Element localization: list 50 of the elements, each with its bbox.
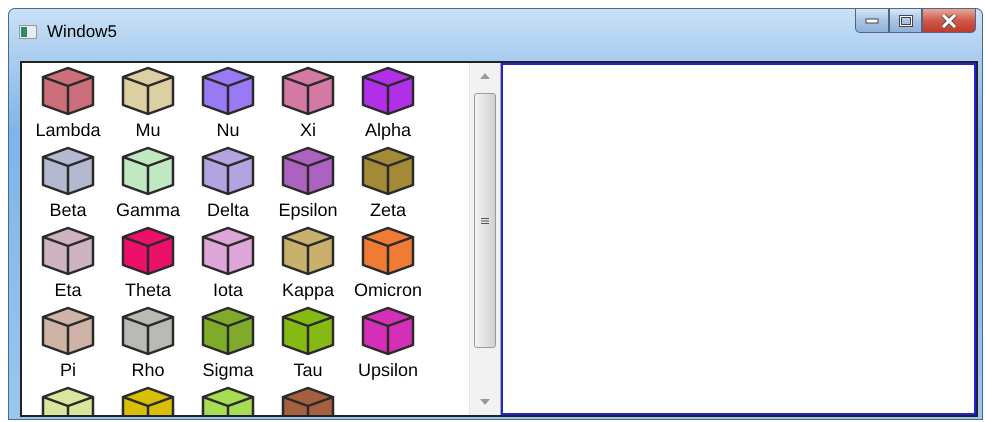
cube-icon[interactable] bbox=[361, 146, 415, 196]
cube-icon[interactable] bbox=[121, 146, 175, 196]
cube-icon[interactable] bbox=[121, 226, 175, 276]
cube-icon[interactable] bbox=[41, 66, 95, 116]
close-icon bbox=[941, 14, 957, 28]
cube-icon[interactable] bbox=[201, 306, 255, 356]
item-label[interactable]: Theta bbox=[124, 278, 172, 302]
item-label[interactable]: Kappa bbox=[282, 278, 334, 302]
minimize-icon bbox=[865, 18, 879, 24]
cube-icon[interactable] bbox=[201, 66, 255, 116]
item-label[interactable]: Zeta bbox=[370, 198, 406, 222]
item-label[interactable]: Iota bbox=[212, 278, 244, 302]
maximize-icon bbox=[898, 14, 912, 26]
cube-icon[interactable] bbox=[281, 66, 335, 116]
cube-icon[interactable] bbox=[361, 226, 415, 276]
item-label[interactable]: Epsilon bbox=[278, 198, 338, 222]
cube-icon[interactable] bbox=[41, 306, 95, 356]
cube-icon[interactable] bbox=[361, 306, 415, 356]
cube-icon[interactable] bbox=[361, 66, 415, 116]
item-label[interactable]: Lambda bbox=[35, 118, 101, 142]
item-label[interactable]: Beta bbox=[49, 198, 87, 222]
window-icon bbox=[19, 25, 37, 39]
minimize-button[interactable] bbox=[855, 9, 889, 33]
item-label[interactable]: Omicron bbox=[354, 278, 422, 302]
close-button[interactable] bbox=[922, 9, 976, 33]
cube-icon[interactable] bbox=[201, 146, 255, 196]
scrollbar-thumb[interactable] bbox=[474, 93, 496, 348]
item-label[interactable]: Gamma bbox=[116, 198, 180, 222]
item-label[interactable]: Upsilon bbox=[358, 358, 418, 382]
cube-icon[interactable] bbox=[281, 146, 335, 196]
maximize-button[interactable] bbox=[889, 9, 922, 33]
cube-icon[interactable] bbox=[121, 66, 175, 116]
item-label[interactable]: Mu bbox=[135, 118, 160, 142]
cube-icon[interactable] bbox=[281, 226, 335, 276]
item-label[interactable]: Alpha bbox=[364, 118, 412, 142]
item-label[interactable]: Pi bbox=[60, 358, 76, 382]
window-title: Window5 bbox=[47, 22, 117, 42]
item-label[interactable]: Rho bbox=[131, 358, 165, 382]
item-label[interactable]: Eta bbox=[54, 278, 82, 302]
cube-icon[interactable] bbox=[41, 146, 95, 196]
grip-icon bbox=[481, 216, 489, 224]
cube-icon[interactable] bbox=[41, 226, 95, 276]
cube-icon[interactable] bbox=[281, 306, 335, 356]
item-label[interactable]: Tau bbox=[293, 358, 323, 382]
item-label[interactable]: Nu bbox=[216, 118, 240, 142]
cube-icon[interactable] bbox=[121, 306, 175, 356]
cube-icon[interactable] bbox=[201, 226, 255, 276]
item-label[interactable]: Delta bbox=[206, 198, 250, 222]
item-label[interactable]: Xi bbox=[300, 118, 316, 142]
item-label[interactable]: Sigma bbox=[202, 358, 254, 382]
